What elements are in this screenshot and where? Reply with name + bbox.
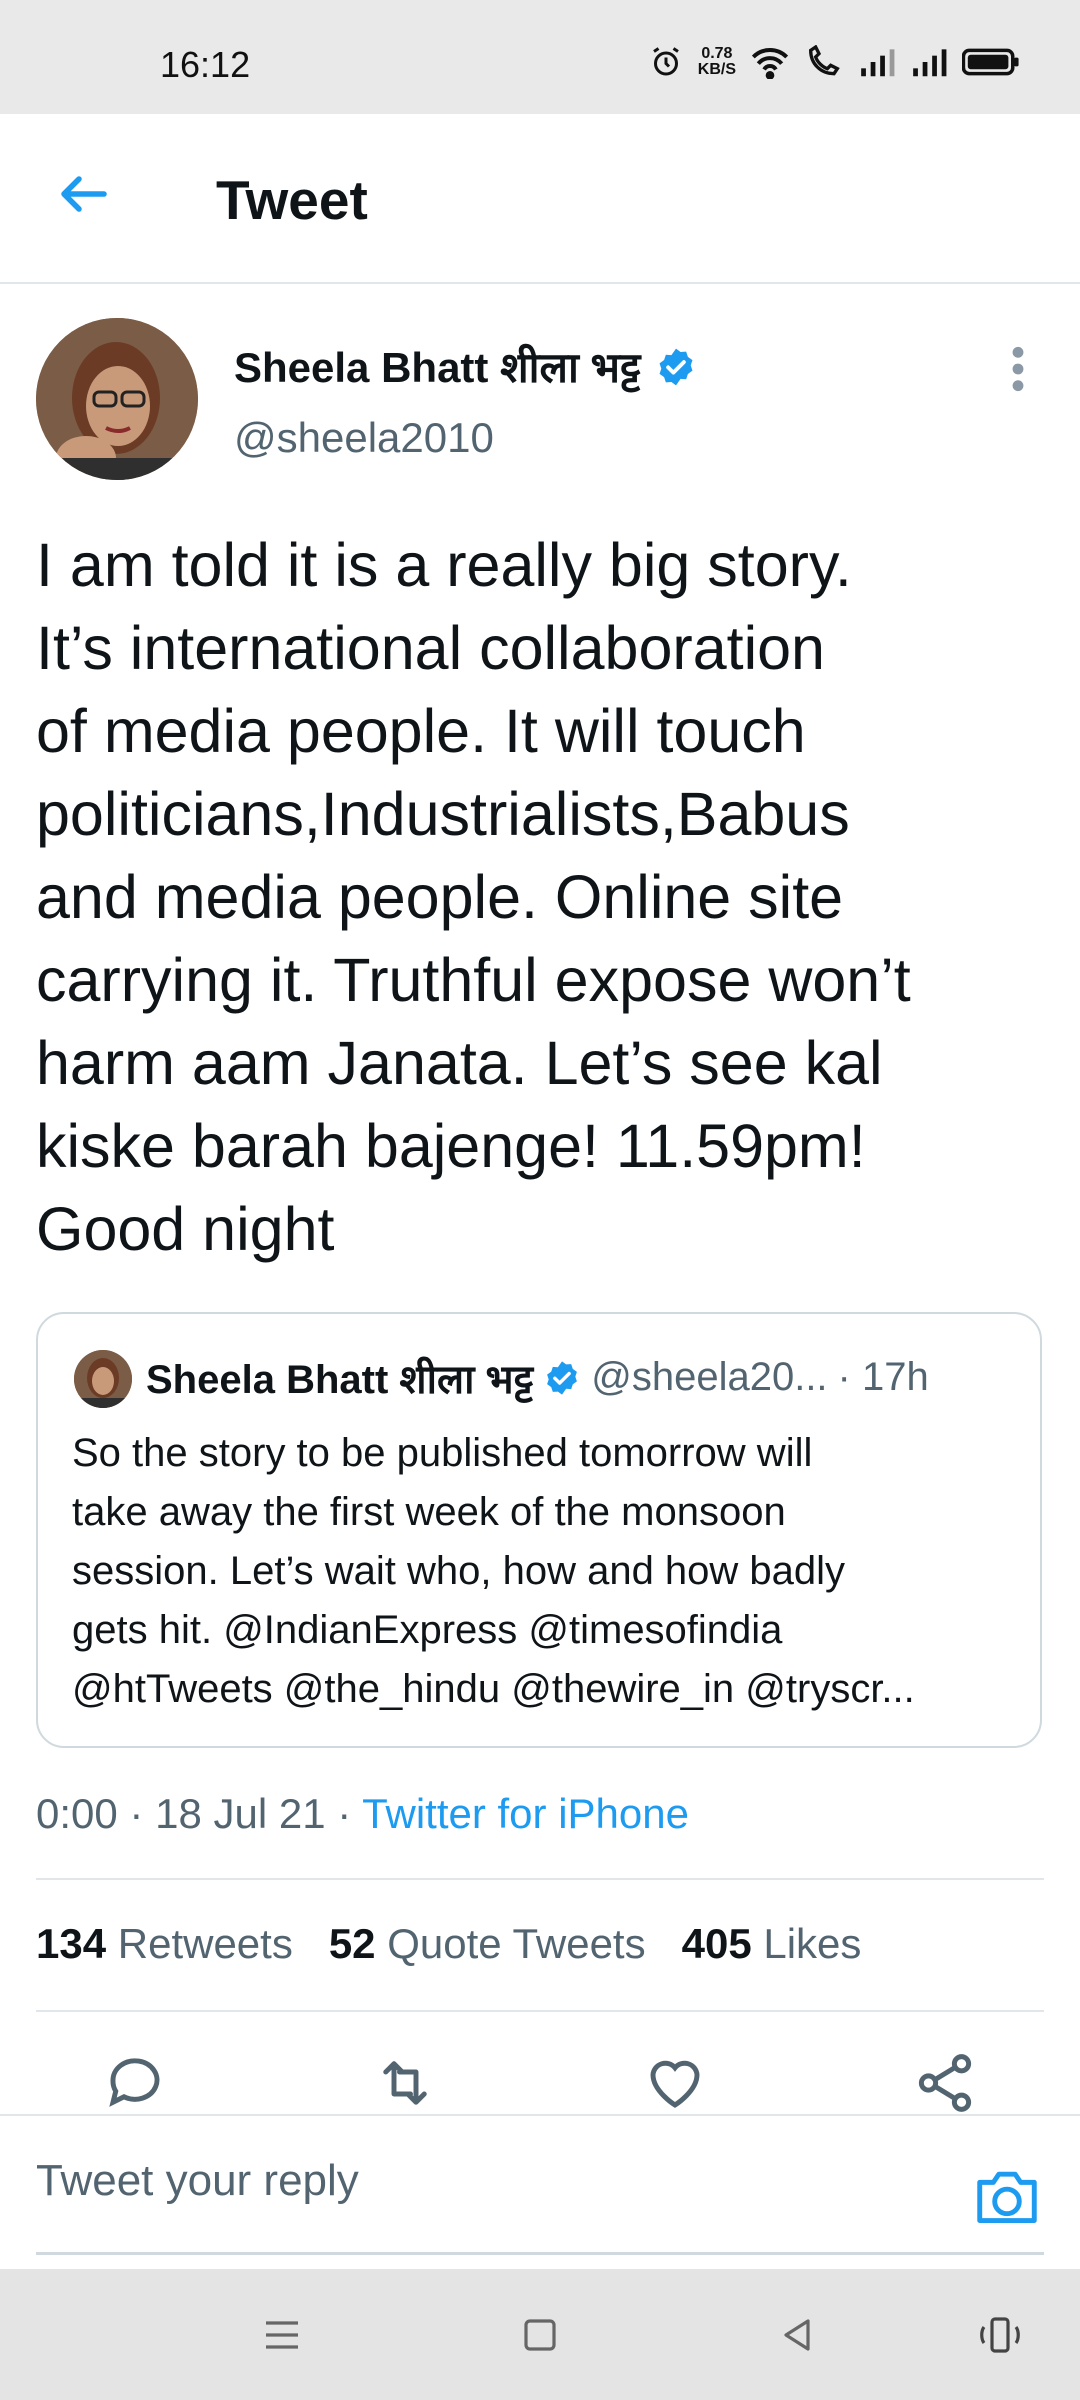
divider	[36, 1878, 1044, 1880]
tweet-text: I am told it is a really big story. It’s…	[36, 531, 911, 1263]
quoted-author-avatar	[74, 1350, 132, 1408]
wifi-icon	[751, 48, 789, 79]
likes-count: 405	[681, 1920, 752, 1967]
share-icon[interactable]	[912, 2050, 978, 2116]
status-time: 16:12	[160, 44, 251, 85]
system-nav-bar	[0, 2269, 1080, 2400]
quoted-tweet-age: · 17h	[837, 1355, 929, 1399]
tweet-meta: 0:00 · 18 Jul 21 · Twitter for iPhone	[36, 1790, 689, 1838]
tweet-stats: 134 Retweets 52 Quote Tweets 405 Likes	[36, 1920, 861, 1968]
quoted-author-name: Sheela Bhatt शीला भट्ट	[146, 1358, 534, 1402]
camera-icon[interactable]	[974, 2166, 1040, 2226]
back-arrow-icon[interactable]	[54, 164, 114, 224]
author-name[interactable]: Sheela Bhatt शीला भट्ट	[234, 338, 641, 395]
reply-bar: Tweet your reply	[0, 2114, 1080, 2271]
likes-label: Likes	[763, 1920, 862, 1967]
author-name-row[interactable]: Sheela Bhatt शीला भट्ट	[234, 338, 697, 395]
signal-bars-icon	[913, 49, 947, 77]
author-handle[interactable]: @sheela2010	[234, 414, 494, 462]
tweet-date: 18 Jul 21	[155, 1790, 326, 1837]
retweet-icon[interactable]	[372, 2050, 438, 2116]
quoted-tweet-text: So the story to be published tomorrow wi…	[72, 1431, 915, 1711]
back-icon[interactable]	[774, 2311, 822, 2359]
author-avatar[interactable]	[36, 318, 198, 480]
screen-rotate-icon[interactable]	[976, 2311, 1024, 2359]
more-options-icon[interactable]	[1008, 344, 1028, 394]
meta-separator: ·	[129, 1790, 144, 1837]
page-title: Tweet	[216, 169, 368, 231]
tweet-time: 0:00	[36, 1790, 118, 1837]
reply-input-underline	[36, 2252, 1044, 2255]
divider	[36, 2010, 1044, 2012]
top-app-bar: Tweet	[0, 114, 1080, 284]
verified-badge-icon	[547, 1360, 578, 1395]
retweets-stat[interactable]: 134 Retweets	[36, 1920, 293, 1968]
retweets-label: Retweets	[117, 1920, 293, 1967]
reply-icon[interactable]	[102, 2050, 168, 2116]
quote-tweets-stat[interactable]: 52 Quote Tweets	[329, 1920, 646, 1968]
home-icon[interactable]	[516, 2311, 564, 2359]
meta-separator: ·	[337, 1790, 352, 1837]
battery-icon	[962, 48, 1019, 76]
status-icons: 0.78 KB/S	[648, 44, 1020, 80]
net-speed: 0.78 KB/S	[698, 46, 736, 78]
menu-icon[interactable]	[258, 2311, 306, 2359]
alarm-icon	[652, 47, 679, 76]
net-speed-unit: KB/S	[697, 61, 736, 78]
quote-tweets-count: 52	[328, 1920, 376, 1967]
status-bar: 16:12 0.78 KB/S	[0, 0, 1080, 114]
signal-bars-icon	[861, 49, 895, 77]
net-speed-value: 0.78	[701, 45, 733, 62]
quoted-tweet-header: Sheela Bhatt शीला भट्ट @sheela20... · 17…	[146, 1350, 929, 1405]
call-signal-icon	[808, 45, 840, 76]
retweets-count: 134	[36, 1920, 107, 1967]
tweet-actions	[0, 2050, 1080, 2116]
quoted-tweet-card[interactable]: Sheela Bhatt शीला भट्ट @sheela20... · 17…	[36, 1312, 1042, 1748]
tweet-source-link[interactable]: Twitter for iPhone	[362, 1790, 689, 1837]
quote-tweets-label: Quote Tweets	[387, 1920, 646, 1967]
likes-stat[interactable]: 405 Likes	[682, 1920, 862, 1968]
reply-input[interactable]: Tweet your reply	[36, 2156, 359, 2206]
verified-badge-icon	[659, 348, 693, 385]
like-icon[interactable]	[642, 2050, 708, 2116]
quoted-author-handle: @sheela20...	[591, 1355, 828, 1399]
